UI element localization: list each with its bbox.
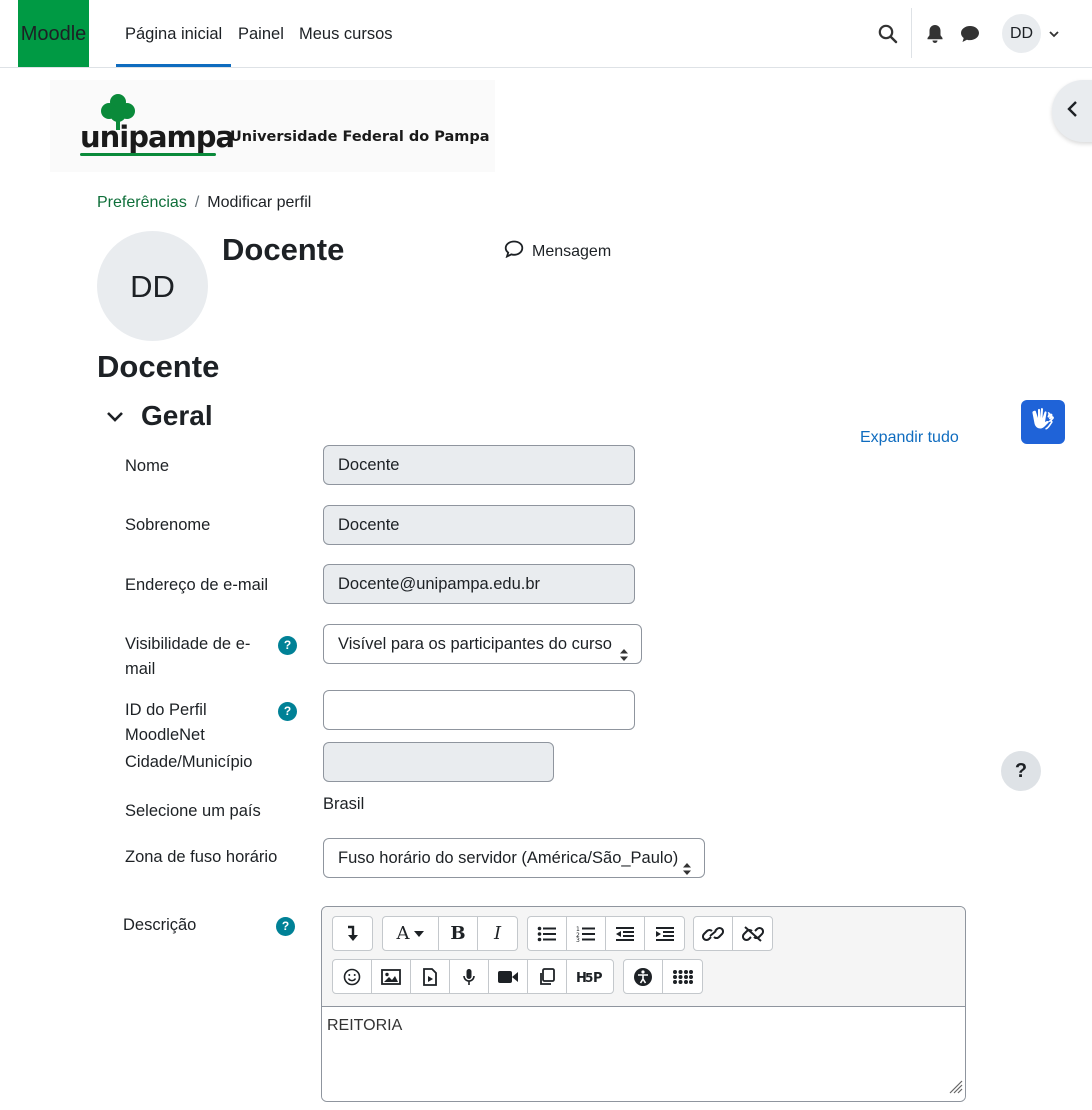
section-title: Geral: [141, 400, 213, 431]
chevron-down-icon[interactable]: [1048, 27, 1060, 45]
unlink-icon[interactable]: [733, 917, 772, 950]
toolbar-group-style: A B I: [382, 916, 518, 951]
description-label: Descrição: [123, 916, 197, 934]
indent-icon[interactable]: [645, 917, 684, 950]
city-label: Cidade/Município: [125, 753, 253, 771]
description-textarea[interactable]: REITORIA: [322, 1007, 965, 1101]
user-avatar[interactable]: DD: [1002, 14, 1041, 53]
help-icon[interactable]: ?: [278, 702, 297, 721]
toolbar-group-accessibility: [623, 959, 703, 994]
moodlenet-label: ID do Perfil MoodleNet: [125, 698, 207, 748]
chevron-left-icon: [1066, 100, 1080, 123]
chat-icon[interactable]: [958, 22, 982, 46]
email-label: Endereço de e-mail: [125, 576, 269, 594]
toolbar-group-media: H5P: [332, 959, 614, 994]
select-arrows-icon: [619, 638, 629, 676]
nav-home[interactable]: Página inicial: [116, 0, 232, 67]
ordered-list-icon[interactable]: 123: [567, 917, 606, 950]
breadcrumb-preferences[interactable]: Preferências: [97, 194, 187, 211]
moodlenet-label-line2: MoodleNet: [125, 726, 205, 744]
email-input[interactable]: Docente@unipampa.edu.br: [323, 564, 635, 604]
message-icon: [504, 240, 524, 263]
description-editor: A B I 123 H 5 P REITORIA: [321, 906, 966, 1102]
bold-icon[interactable]: B: [439, 917, 478, 950]
email-visibility-select[interactable]: Visível para os participantes do curso: [323, 624, 642, 664]
svg-text:P: P: [593, 971, 603, 984]
message-label: Mensagem: [532, 242, 612, 260]
country-value: Brasil: [323, 795, 365, 813]
profile-name: Docente: [222, 232, 345, 267]
chevron-down-icon: [104, 412, 126, 432]
nav-my-courses[interactable]: Meus cursos: [299, 0, 393, 67]
first-name-input[interactable]: Docente: [323, 445, 635, 485]
page-title: Docente: [97, 349, 220, 384]
resize-handle-icon[interactable]: [947, 1078, 963, 1099]
last-name-label: Sobrenome: [125, 516, 211, 534]
bell-icon[interactable]: [923, 22, 947, 46]
moodlenet-label-line1: ID do Perfil: [125, 701, 207, 719]
outdent-icon[interactable]: [606, 917, 645, 950]
logo-subtitle: Universidade Federal do Pampa: [230, 129, 490, 145]
help-floating-button[interactable]: ?: [1001, 751, 1041, 791]
email-visibility-label-line2: mail: [125, 660, 156, 678]
show-more-buttons-icon[interactable]: [333, 917, 372, 950]
moodlenet-input[interactable]: [323, 690, 635, 730]
breadcrumb: Preferências / Modificar perfil: [97, 194, 311, 212]
link-icon[interactable]: [694, 917, 733, 950]
toolbar-group-collapse: [332, 916, 373, 951]
search-icon[interactable]: [876, 22, 900, 46]
svg-text:3: 3: [576, 937, 580, 942]
expand-all-link[interactable]: Expandir tudo: [860, 429, 959, 447]
open-drawer-button[interactable]: [1052, 80, 1092, 142]
last-name-input[interactable]: Docente: [323, 505, 635, 545]
email-visibility-label-line1: Visibilidade de e-: [125, 635, 251, 653]
video-icon[interactable]: [489, 960, 528, 993]
toolbar-group-lists: 123: [527, 916, 685, 951]
top-navbar: Moodle Página inicial Painel Meus cursos…: [0, 0, 1092, 68]
site-brand[interactable]: Moodle: [18, 0, 89, 67]
italic-icon[interactable]: I: [478, 917, 517, 950]
unordered-list-icon[interactable]: [528, 917, 567, 950]
timezone-label: Zona de fuso horário: [125, 848, 278, 866]
breadcrumb-current: Modificar perfil: [207, 194, 312, 211]
sign-language-hands-icon: [1028, 405, 1058, 440]
accessibility-checker-icon[interactable]: [624, 960, 663, 993]
nav-dashboard[interactable]: Painel: [238, 0, 284, 67]
email-visibility-label: Visibilidade de e- mail: [125, 632, 250, 682]
help-icon[interactable]: ?: [278, 636, 297, 655]
city-input[interactable]: [323, 742, 554, 782]
country-label: Selecione um país: [125, 802, 261, 820]
breadcrumb-separator: /: [194, 194, 200, 211]
institution-logo: unipampa Universidade Federal do Pampa: [50, 80, 495, 172]
timezone-select[interactable]: Fuso horário do servidor (América/São_Pa…: [323, 838, 705, 878]
copy-icon[interactable]: [528, 960, 567, 993]
logo-wordmark: unipampa: [80, 120, 235, 154]
screenreader-helper-icon[interactable]: [663, 960, 702, 993]
image-icon[interactable]: [372, 960, 411, 993]
paragraph-styles-icon[interactable]: A: [383, 917, 439, 950]
help-icon[interactable]: ?: [276, 917, 295, 936]
microphone-icon[interactable]: [450, 960, 489, 993]
select-arrows-icon: [682, 852, 692, 890]
first-name-label: Nome: [125, 457, 170, 475]
editor-toolbar: A B I 123 H 5 P: [322, 907, 965, 1007]
logo-underline: [80, 153, 216, 156]
toolbar-group-links: [693, 916, 773, 951]
h5p-icon[interactable]: H5P: [567, 960, 613, 993]
message-button[interactable]: Mensagem: [504, 240, 611, 263]
vlibras-accessibility-button[interactable]: [1021, 400, 1065, 444]
media-file-icon[interactable]: [411, 960, 450, 993]
timezone-selected: Fuso horário do servidor (América/São_Pa…: [338, 849, 679, 867]
emoji-icon[interactable]: [333, 960, 372, 993]
navbar-divider: [911, 8, 912, 58]
collapse-section-toggle[interactable]: [104, 406, 126, 433]
email-visibility-selected: Visível para os participantes do curso: [338, 635, 612, 653]
profile-avatar: DD: [97, 231, 208, 341]
